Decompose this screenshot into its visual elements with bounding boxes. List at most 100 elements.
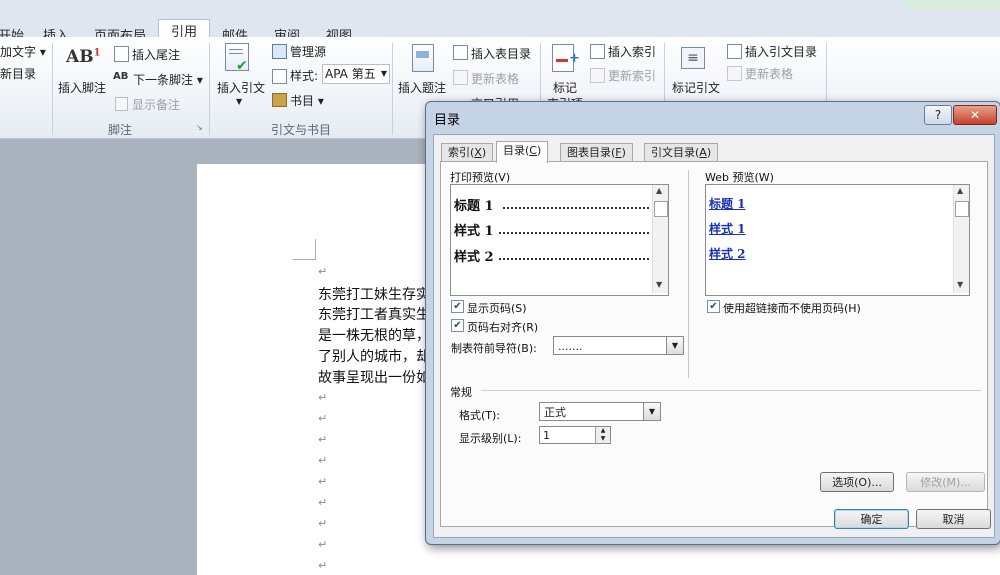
web-preview-link[interactable]: 标题 1 bbox=[709, 195, 746, 212]
scroll-up-icon[interactable]: ▲ bbox=[957, 186, 963, 195]
paragraph-mark: ↵ bbox=[318, 538, 328, 551]
document-text-line[interactable]: 了别人的城市，却 bbox=[318, 346, 430, 366]
tab-leader-select[interactable]: ....... ▼ bbox=[553, 336, 684, 355]
format-select[interactable]: 正式 ▼ bbox=[539, 402, 661, 421]
bibliography-button[interactable]: 书目 ▾ bbox=[290, 92, 324, 109]
update-index-button[interactable]: 更新索引 bbox=[608, 67, 656, 84]
paragraph-mark: ↵ bbox=[318, 496, 328, 509]
dialog-launcher-icon[interactable]: ↘ bbox=[196, 123, 203, 132]
web-preview-scrollbar[interactable]: ▲ ▼ bbox=[953, 185, 969, 293]
print-preview-entry: 标题 1 bbox=[454, 199, 494, 214]
web-preview-box: 标题 1 样式 1 样式 2 ▲ ▼ bbox=[705, 184, 970, 296]
next-footnote-icon: AB bbox=[113, 71, 129, 82]
document-text-line[interactable]: 故事呈现出一份如 bbox=[318, 367, 430, 387]
show-levels-spinner[interactable]: 1 ▲ ▼ bbox=[539, 426, 611, 444]
mark-citation-button[interactable]: 标记引文 bbox=[672, 79, 720, 96]
footnotes-group-label: 脚注 bbox=[108, 123, 133, 137]
general-divider bbox=[481, 390, 981, 391]
tab-index[interactable]: 索引(X) bbox=[441, 143, 494, 162]
print-preview-entry: 样式 2 bbox=[454, 250, 494, 265]
leader-dots bbox=[499, 258, 649, 260]
right-align-checkbox[interactable]: ✔ bbox=[451, 319, 464, 332]
insert-toa-button[interactable]: 插入引文目录 bbox=[745, 43, 817, 60]
next-footnote-button[interactable]: 下一条脚注 ▾ bbox=[133, 71, 203, 88]
column-divider bbox=[688, 170, 689, 378]
general-section-label: 常规 bbox=[450, 386, 472, 399]
scroll-up-icon[interactable]: ▲ bbox=[656, 186, 662, 195]
update-table-icon bbox=[453, 70, 468, 85]
print-preview-box: 标题 1 1 样式 1 1 样式 2 1 ▲ ▼ bbox=[450, 184, 669, 296]
insert-footnote-icon: AB1 bbox=[66, 47, 101, 67]
document-text-line[interactable]: 东莞打工者真实生 bbox=[318, 304, 430, 324]
paragraph-mark: ↵ bbox=[318, 559, 328, 572]
tab-table-of-authorities[interactable]: 引文目录(A) bbox=[644, 143, 719, 162]
group-separator bbox=[392, 43, 393, 135]
spinner-arrows-icon[interactable]: ▲ ▼ bbox=[595, 427, 610, 443]
mark-entry-icon: + bbox=[552, 44, 580, 72]
close-button[interactable]: ✕ bbox=[953, 105, 997, 125]
web-preview-link[interactable]: 样式 1 bbox=[709, 220, 746, 237]
insert-citation-icon: ✔ bbox=[225, 43, 249, 74]
add-text-button[interactable]: 加文字 ▾ bbox=[0, 43, 46, 60]
scroll-down-icon[interactable]: ▼ bbox=[957, 280, 963, 289]
show-levels-label: 显示级别(L): bbox=[459, 432, 522, 445]
manage-sources-icon bbox=[272, 44, 287, 59]
tab-toc[interactable]: 目录(C) bbox=[496, 141, 549, 163]
scroll-thumb[interactable] bbox=[654, 201, 668, 217]
mark-entry-button[interactable]: 标记 bbox=[553, 79, 577, 96]
style-dropdown[interactable]: APA 第五 ▼ bbox=[322, 64, 390, 84]
window-control[interactable] bbox=[905, 0, 1000, 10]
chevron-down-icon[interactable]: ▼ bbox=[666, 337, 683, 354]
update-toc-button[interactable]: 新目录 bbox=[0, 65, 36, 82]
print-preview-scrollbar[interactable]: ▲ ▼ bbox=[652, 185, 668, 293]
insert-caption-button[interactable]: 插入题注 bbox=[398, 79, 446, 96]
paragraph-mark: ↵ bbox=[318, 517, 328, 530]
toc-dialog: 目录 ? ✕ 索引(X) 目录(C) 图表目录(F) 引文目录(A) 打印预览(… bbox=[425, 101, 1000, 545]
scroll-thumb[interactable] bbox=[955, 201, 969, 217]
title-bar bbox=[0, 0, 1000, 10]
bibliography-icon bbox=[272, 93, 287, 107]
show-notes-button[interactable]: 显示备注 bbox=[132, 96, 180, 113]
insert-citation-button[interactable]: 插入引文 bbox=[217, 79, 265, 96]
insert-footnote-button[interactable]: 插入脚注 bbox=[58, 79, 106, 96]
insert-caption-icon bbox=[412, 44, 434, 72]
format-label: 格式(T): bbox=[459, 409, 501, 422]
use-hyperlinks-checkbox[interactable]: ✔ bbox=[707, 300, 720, 313]
web-preview-link[interactable]: 样式 2 bbox=[709, 245, 746, 262]
document-text-line[interactable]: 是一株无根的草， bbox=[318, 325, 430, 345]
print-preview-label: 打印预览(V) bbox=[450, 171, 511, 184]
modify-button[interactable]: 修改(M)... bbox=[906, 472, 985, 492]
update-table-button[interactable]: 更新表格 bbox=[471, 70, 519, 87]
show-page-numbers-checkbox[interactable]: ✔ bbox=[451, 300, 464, 313]
tab-table-of-figures[interactable]: 图表目录(F) bbox=[560, 143, 633, 162]
options-button[interactable]: 选项(O)... bbox=[820, 472, 894, 492]
cancel-button[interactable]: 取消 bbox=[916, 509, 991, 529]
manage-sources-button[interactable]: 管理源 bbox=[290, 43, 326, 60]
show-page-numbers-label: 显示页码(S) bbox=[467, 302, 527, 315]
insert-index-button[interactable]: 插入索引 bbox=[608, 43, 656, 60]
margin-corner-mark bbox=[293, 239, 316, 260]
paragraph-mark: ↵ bbox=[318, 475, 328, 488]
show-notes-icon bbox=[115, 97, 128, 111]
style-icon bbox=[272, 69, 287, 84]
update-toa-icon bbox=[727, 66, 742, 81]
ok-button[interactable]: 确定 bbox=[834, 509, 909, 529]
insert-table-of-figures-button[interactable]: 插入表目录 bbox=[471, 45, 531, 62]
toc-tab-panel: 打印预览(V) 标题 1 1 样式 1 1 样式 2 1 ▲ ▼ Web 预览(… bbox=[440, 161, 988, 527]
citations-group-label: 引文与书目 bbox=[271, 123, 332, 137]
update-index-icon bbox=[590, 68, 605, 83]
help-button[interactable]: ? bbox=[924, 105, 952, 125]
mark-citation-icon: ≡ bbox=[681, 47, 705, 69]
paragraph-mark: ↵ bbox=[318, 433, 328, 446]
paragraph-mark: ↵ bbox=[318, 265, 328, 278]
scroll-down-icon[interactable]: ▼ bbox=[656, 280, 662, 289]
paragraph-mark: ↵ bbox=[318, 391, 328, 404]
tab-leader-label: 制表符前导符(B): bbox=[451, 342, 537, 355]
insert-index-icon bbox=[590, 44, 605, 59]
leader-dots bbox=[499, 232, 649, 234]
chevron-down-icon[interactable]: ▼ bbox=[643, 403, 660, 420]
update-toa-button[interactable]: 更新表格 bbox=[745, 65, 793, 82]
insert-endnote-button[interactable]: 插入尾注 bbox=[132, 46, 180, 63]
style-label: 样式: bbox=[290, 69, 319, 83]
document-text-line[interactable]: 东莞打工妹生存实 bbox=[318, 284, 430, 304]
